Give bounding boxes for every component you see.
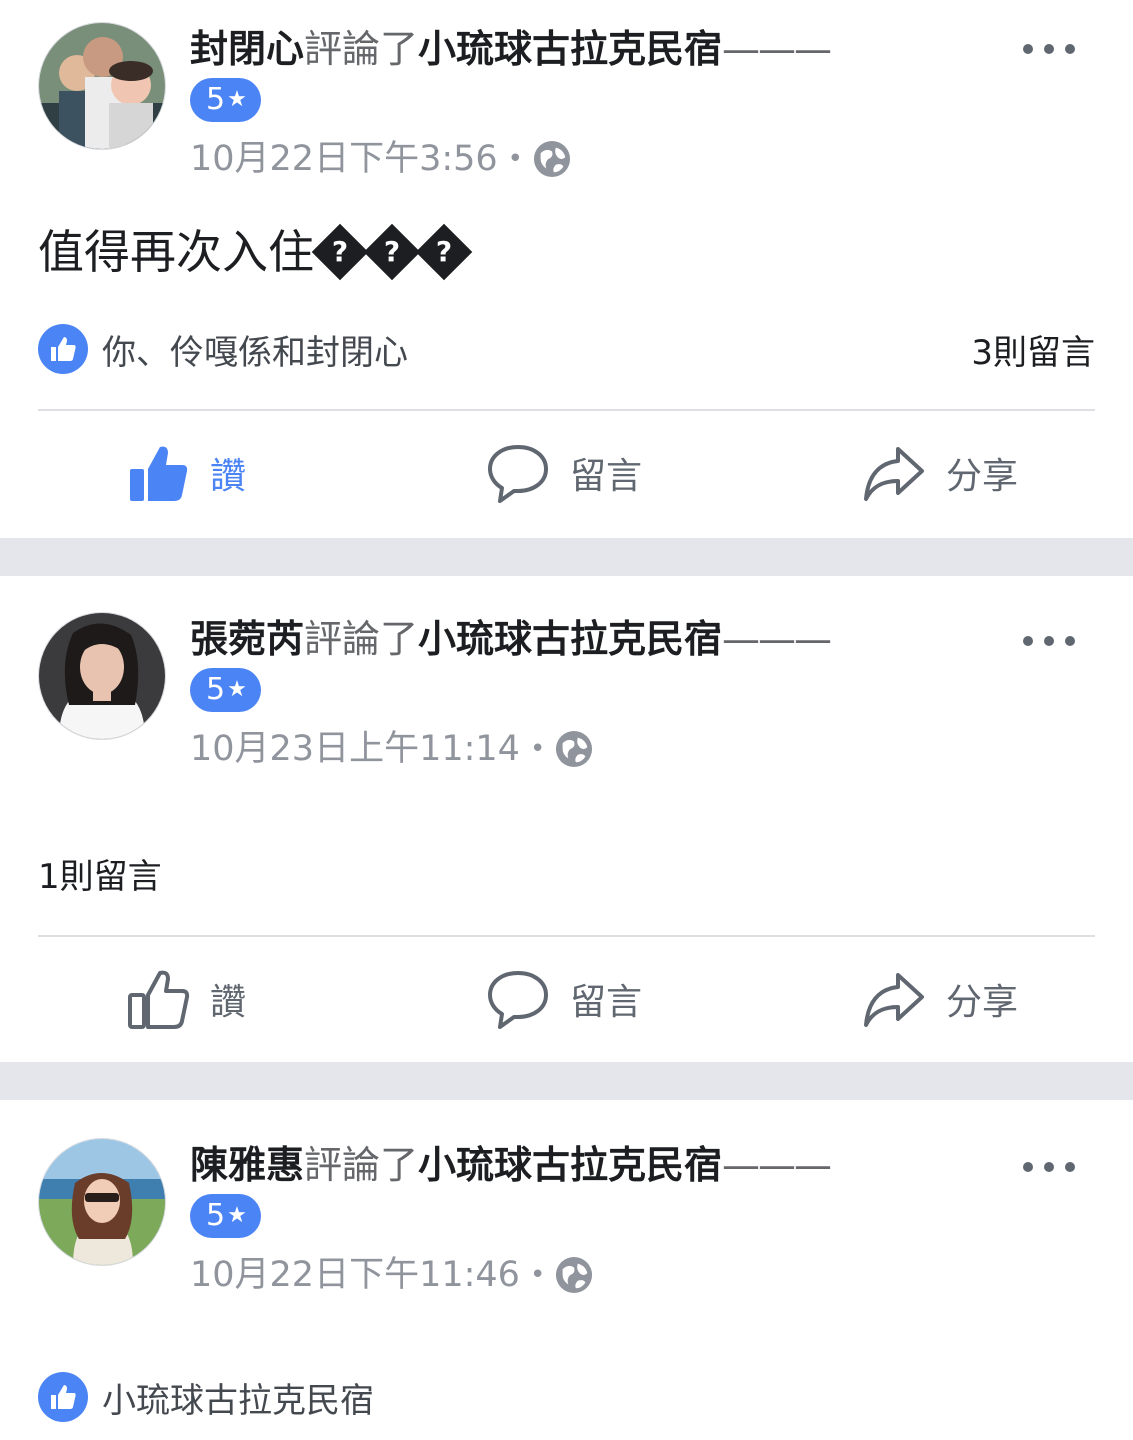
- meta-dot: •: [507, 144, 524, 174]
- reaction-names: 小琉球古拉克民宿: [102, 1380, 374, 1421]
- post-meta: 10月23日上午11:14 •: [190, 726, 593, 772]
- author-avatar[interactable]: [38, 22, 166, 150]
- like-reaction-icon: [38, 1372, 88, 1422]
- review-text: 值得再次入住???: [38, 222, 473, 282]
- rating-value: 5: [206, 82, 226, 117]
- rating-value: 5: [206, 1198, 226, 1233]
- comment-count[interactable]: 1則留言: [38, 849, 162, 898]
- star-icon: ★: [227, 1203, 247, 1228]
- thumbs-up-outline-icon: [128, 970, 190, 1029]
- reactions-summary[interactable]: 你、伶嘎係和封閉心: [38, 324, 408, 374]
- share-arrow-icon: [864, 973, 924, 1027]
- comment-button[interactable]: 留言: [486, 954, 642, 1044]
- reactions-row: 1則留言: [38, 846, 1095, 900]
- post-meta: 10月22日下午3:56 •: [190, 136, 571, 182]
- like-label: 讚: [210, 456, 247, 497]
- review-post: 陳雅惠評論了小琉球古拉克民宿——— 5 ★ 10月22日下午11:46 • 小琉球…: [0, 1100, 1133, 1440]
- like-label: 讚: [210, 982, 247, 1023]
- post-meta: 10月22日下午11:46 •: [190, 1252, 593, 1298]
- globe-icon: [533, 140, 571, 178]
- more-options-button[interactable]: [1023, 1152, 1075, 1182]
- post-header: 張菀芮評論了小琉球古拉克民宿———: [190, 614, 832, 664]
- page-name[interactable]: 小琉球古拉克民宿: [418, 1143, 722, 1187]
- header-dash: ———: [722, 1143, 832, 1187]
- like-button[interactable]: 讚: [126, 428, 246, 518]
- post-separator: [0, 1062, 1133, 1100]
- action-bar: 讚 留言 分享: [0, 954, 1133, 1044]
- review-post: 張菀芮評論了小琉球古拉克民宿——— 5 ★ 10月23日上午11:14 • 1則留…: [0, 576, 1133, 1062]
- header-dash: ———: [722, 617, 832, 661]
- timestamp[interactable]: 10月23日上午11:14: [190, 726, 520, 772]
- meta-dot: •: [529, 734, 546, 764]
- action-bar: 讚 留言 分享: [0, 428, 1133, 518]
- page-name[interactable]: 小琉球古拉克民宿: [418, 617, 722, 661]
- review-body: 值得再次入住: [38, 225, 314, 279]
- share-button[interactable]: 分享: [862, 428, 1018, 518]
- timestamp[interactable]: 10月22日下午3:56: [190, 136, 498, 182]
- author-name[interactable]: 封閉心: [190, 27, 304, 71]
- review-verb: 評論了: [304, 1143, 419, 1187]
- review-verb: 評論了: [304, 27, 419, 71]
- rating-value: 5: [206, 672, 226, 707]
- divider: [38, 935, 1095, 937]
- post-separator: [0, 538, 1133, 576]
- post-header: 陳雅惠評論了小琉球古拉克民宿———: [190, 1140, 832, 1190]
- star-icon: ★: [227, 677, 247, 702]
- unknown-glyph: ?: [311, 223, 369, 280]
- unknown-glyph: ?: [363, 223, 421, 280]
- review-post: 封閉心評論了小琉球古拉克民宿——— 5 ★ 10月22日下午3:56 • 值得再次…: [0, 0, 1133, 538]
- header-dash: ———: [722, 27, 832, 71]
- reaction-names: 你、伶嘎係和封閉心: [102, 332, 408, 373]
- comment-label: 留言: [570, 456, 643, 497]
- reactions-row: 小琉球古拉克民宿: [38, 1370, 1095, 1424]
- globe-icon: [556, 730, 593, 768]
- share-label: 分享: [946, 982, 1019, 1023]
- like-button[interactable]: 讚: [126, 954, 246, 1044]
- page-name[interactable]: 小琉球古拉克民宿: [418, 27, 722, 71]
- comment-bubble-icon: [488, 971, 548, 1029]
- more-options-button[interactable]: [1023, 626, 1075, 656]
- review-verb: 評論了: [304, 617, 419, 661]
- like-reaction-icon: [38, 324, 88, 374]
- thumbs-up-filled-icon: [130, 446, 188, 501]
- rating-badge: 5 ★: [190, 78, 261, 122]
- comment-bubble-icon: [488, 445, 548, 503]
- share-arrow-icon: [864, 447, 924, 501]
- author-avatar[interactable]: [38, 612, 166, 740]
- globe-icon: [556, 1256, 593, 1294]
- rating-badge: 5 ★: [190, 668, 261, 712]
- timestamp[interactable]: 10月22日下午11:46: [190, 1252, 520, 1298]
- reactions-summary[interactable]: 小琉球古拉克民宿: [38, 1372, 374, 1422]
- author-name[interactable]: 陳雅惠: [190, 1143, 304, 1187]
- author-avatar[interactable]: [38, 1138, 166, 1266]
- author-name[interactable]: 張菀芮: [190, 617, 304, 661]
- share-label: 分享: [946, 456, 1019, 497]
- rating-badge: 5 ★: [190, 1194, 261, 1238]
- reactions-row: 你、伶嘎係和封閉心 3則留言: [38, 322, 1095, 376]
- star-icon: ★: [227, 87, 247, 112]
- comment-label: 留言: [570, 982, 643, 1023]
- post-header: 封閉心評論了小琉球古拉克民宿———: [190, 24, 832, 74]
- more-options-button[interactable]: [1023, 34, 1075, 64]
- unknown-glyph: ?: [415, 223, 473, 280]
- meta-dot: •: [529, 1260, 546, 1290]
- comment-button[interactable]: 留言: [486, 428, 642, 518]
- divider: [38, 409, 1095, 411]
- comment-count[interactable]: 3則留言: [971, 325, 1095, 374]
- share-button[interactable]: 分享: [862, 954, 1018, 1044]
